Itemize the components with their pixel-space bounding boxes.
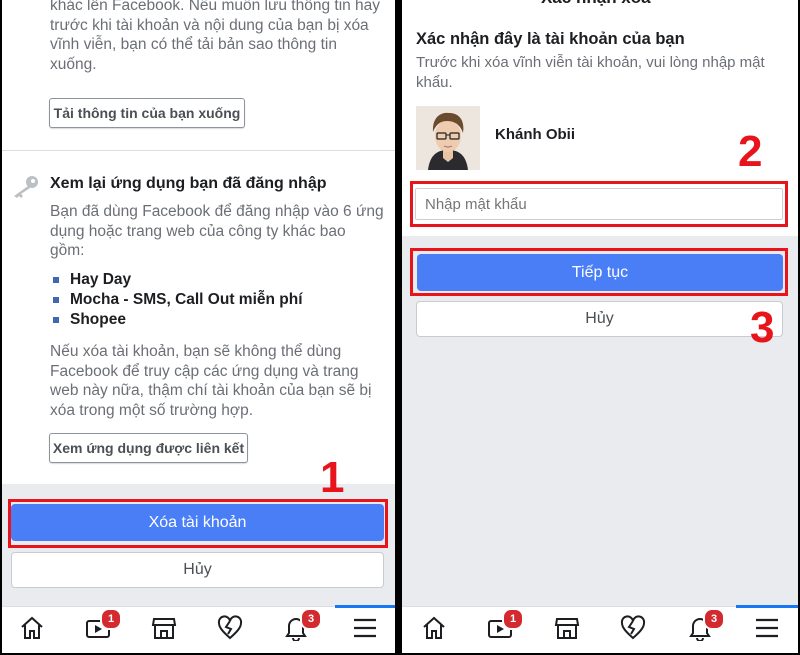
step-number-3: 3: [750, 303, 775, 352]
annotation-box-3: [410, 248, 788, 296]
user-name: Khánh Obii: [495, 126, 575, 143]
tab-menu[interactable]: [737, 607, 797, 653]
dating-icon: [620, 614, 646, 646]
section-divider: [2, 150, 395, 151]
tab-dating[interactable]: [603, 607, 663, 653]
tab-bar: 1 3: [2, 605, 395, 653]
menu-icon: [352, 615, 378, 646]
warning-description: Nếu xóa tài khoản, bạn sẽ không thể dùng…: [50, 343, 372, 419]
annotation-box-1: [8, 499, 388, 548]
tab-home[interactable]: [2, 607, 62, 653]
avatar: [416, 106, 480, 170]
tab-watch[interactable]: 1: [68, 607, 128, 653]
left-screen: khác lên Facebook. Nếu muốn lưu thông ti…: [2, 0, 395, 653]
dating-icon: [217, 614, 243, 646]
watch-badge: 1: [100, 608, 122, 630]
marketplace-icon: [554, 615, 580, 646]
marketplace-icon: [151, 615, 177, 646]
home-icon: [19, 615, 45, 646]
tab-marketplace[interactable]: [537, 607, 597, 653]
tab-menu[interactable]: [335, 607, 395, 653]
back-icon[interactable]: [418, 0, 432, 11]
right-screen: Xác nhận xóa Xác nhận đây là tài khoản c…: [402, 0, 798, 653]
notifications-badge: 3: [703, 608, 725, 630]
notifications-badge: 3: [300, 608, 322, 630]
menu-icon: [754, 615, 780, 646]
step-number-2: 2: [738, 127, 763, 176]
linked-apps-button[interactable]: Xem ứng dụng được liên kết: [49, 433, 248, 463]
list-item: Mocha - SMS, Call Out miễn phí: [50, 290, 303, 310]
download-description: khác lên Facebook. Nếu muốn lưu thông ti…: [50, 0, 381, 73]
tab-notifications[interactable]: 3: [670, 607, 730, 653]
key-icon: [10, 174, 40, 203]
list-item: Shopee: [50, 310, 303, 330]
download-info-button[interactable]: Tải thông tin của bạn xuống: [49, 98, 245, 128]
tab-marketplace[interactable]: [134, 607, 194, 653]
list-item: Hay Day: [50, 270, 303, 290]
confirm-heading: Xác nhận đây là tài khoản của bạn: [416, 30, 685, 48]
cancel-button[interactable]: Hủy: [11, 552, 384, 588]
annotation-box-2: [410, 181, 788, 227]
apps-description: Bạn đã dùng Facebook để đăng nhập vào 6 …: [50, 203, 384, 259]
step-number-1: 1: [320, 453, 345, 502]
confirm-description: Trước khi xóa vĩnh viễn tài khoản, vui l…: [416, 54, 765, 91]
tab-watch[interactable]: 1: [470, 607, 530, 653]
tab-bar: 1 3: [402, 605, 798, 653]
tab-notifications[interactable]: 3: [266, 607, 326, 653]
apps-heading: Xem lại ứng dụng bạn đã đăng nhập: [50, 175, 327, 192]
tab-dating[interactable]: [200, 607, 260, 653]
watch-badge: 1: [502, 608, 524, 630]
cancel-button[interactable]: Hủy: [416, 301, 783, 337]
tab-home[interactable]: [404, 607, 464, 653]
app-list: Hay Day Mocha - SMS, Call Out miễn phí S…: [50, 270, 303, 330]
nav-title: Xác nhận xóa: [541, 0, 651, 8]
home-icon: [421, 615, 447, 646]
